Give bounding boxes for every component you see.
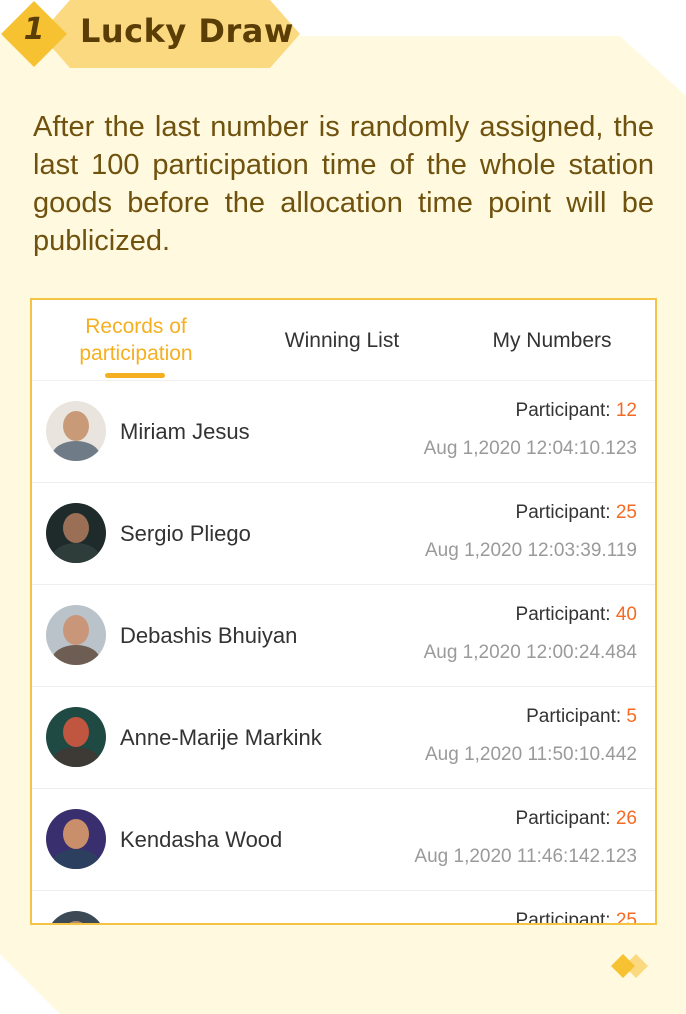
avatar: [46, 911, 106, 923]
tab-label: My Numbers: [492, 328, 612, 352]
participant-name: Sergio Pliego: [120, 520, 251, 546]
avatar: [46, 401, 106, 461]
participation-time: Aug 1,2020 12:00:24.484: [423, 642, 637, 663]
tab-winning-list[interactable]: Winning List: [262, 300, 422, 380]
avatar: [46, 707, 106, 767]
participant-name: Miriam Jesus: [120, 418, 250, 444]
avatar: [46, 605, 106, 665]
tab-my-numbers[interactable]: My Numbers: [472, 300, 632, 380]
list-item[interactable]: Sergio Pliego Participant: 25 Aug 1,2020…: [32, 483, 655, 585]
list-item[interactable]: Miriam Jesus Participant: 12 Aug 1,2020 …: [32, 381, 655, 483]
participant-count: Participant: 40: [515, 604, 637, 625]
records-card: Records of participation Winning List My…: [30, 298, 657, 925]
list-item[interactable]: Participant: 25: [32, 891, 655, 925]
participant-name: Kendasha Wood: [120, 826, 283, 852]
tab-label: Winning List: [284, 328, 400, 352]
participant-name: Debashis Bhuiyan: [120, 622, 298, 648]
participant-count: Participant: 26: [515, 808, 637, 829]
participant-count: Participant: 25: [515, 502, 637, 523]
avatar: [46, 503, 106, 563]
list-item[interactable]: Anne-Marije Markink Participant: 5 Aug 1…: [32, 687, 655, 789]
participant-count: Participant: 12: [515, 400, 637, 421]
list-item[interactable]: Kendasha Wood Participant: 26 Aug 1,2020…: [32, 789, 655, 891]
list-item[interactable]: Debashis Bhuiyan Participant: 40 Aug 1,2…: [32, 585, 655, 687]
participant-count: Participant: 25: [515, 910, 637, 925]
active-tab-indicator: [105, 373, 165, 378]
records-list: Miriam Jesus Participant: 12 Aug 1,2020 …: [32, 381, 655, 925]
participation-time: Aug 1,2020 12:04:10.123: [423, 438, 637, 459]
section-title: Lucky Draw: [80, 12, 294, 50]
avatar: [46, 809, 106, 869]
step-number: 1: [23, 12, 45, 47]
participant-count: Participant: 5: [526, 706, 637, 727]
tab-label: Records of participation: [79, 315, 193, 365]
description-text: After the last number is randomly assign…: [33, 111, 654, 257]
tab-bar: Records of participation Winning List My…: [32, 300, 655, 381]
tab-records-of-participation[interactable]: Records of participation: [56, 300, 216, 380]
participation-time: Aug 1,2020 11:46:142.123: [414, 846, 637, 867]
participation-time: Aug 1,2020 11:50:10.442: [424, 744, 637, 765]
participation-time: Aug 1,2020 12:03:39.119: [424, 540, 637, 561]
participant-name: Anne-Marije Markink: [120, 724, 322, 750]
